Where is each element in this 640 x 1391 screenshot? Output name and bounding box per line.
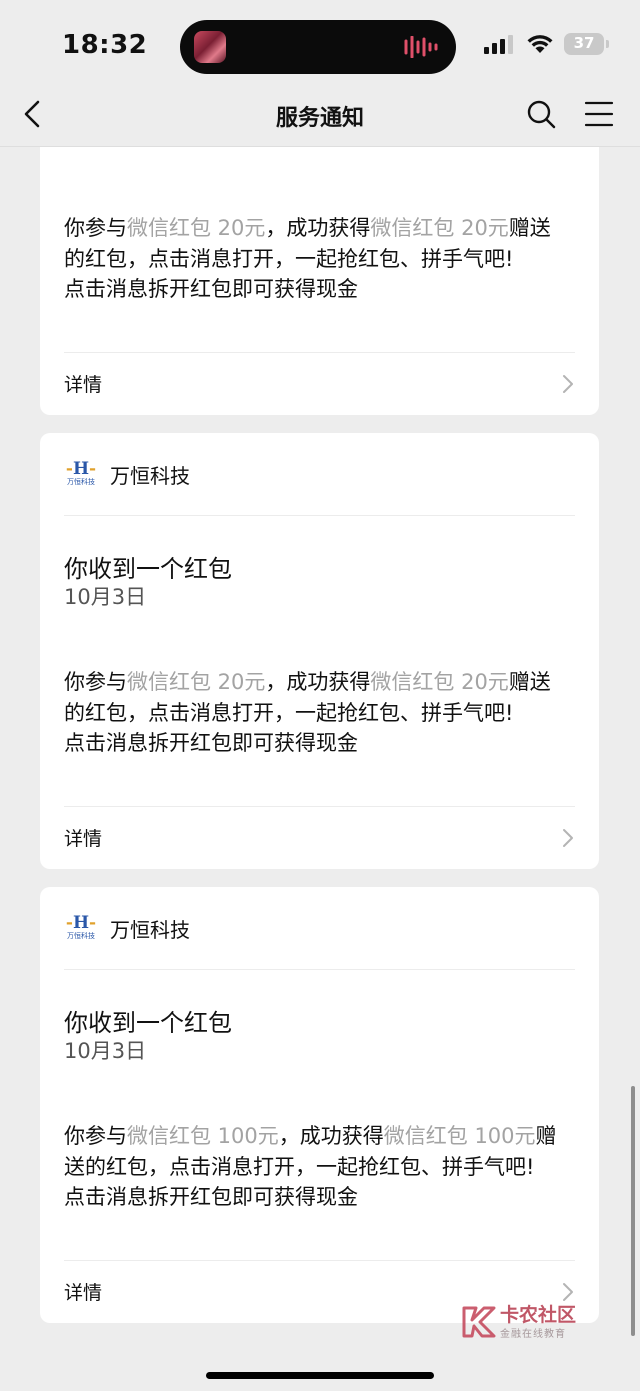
status-indicators: 37 bbox=[484, 32, 609, 56]
body-hint: 点击消息拆开红包即可获得现金 bbox=[64, 1185, 358, 1209]
amount-text: 微信红包 20元 bbox=[370, 216, 509, 240]
scroll-indicator[interactable] bbox=[631, 1086, 635, 1336]
chevron-right-icon bbox=[563, 375, 573, 393]
card-date: 10月3日 bbox=[64, 1039, 147, 1063]
notification-card[interactable]: -H- 万恒科技 万恒科技 你收到一个红包 10月3日 你参与微信红包 100元… bbox=[40, 887, 599, 1323]
detail-label: 详情 bbox=[64, 374, 103, 396]
cellular-signal-icon bbox=[484, 35, 513, 54]
kanong-logo-icon bbox=[462, 1306, 496, 1338]
divider bbox=[64, 969, 575, 970]
detail-label: 详情 bbox=[64, 828, 103, 850]
sender-logo: -H- 万恒科技 bbox=[64, 911, 98, 945]
status-time: 18:32 bbox=[62, 30, 148, 60]
sender-row[interactable]: -H- 万恒科技 万恒科技 bbox=[64, 453, 190, 495]
nav-bar: 服务通知 bbox=[0, 84, 640, 147]
battery-icon: 37 bbox=[564, 33, 609, 55]
card-title: 你收到一个红包 bbox=[64, 1009, 232, 1037]
body-hint: 点击消息拆开红包即可获得现金 bbox=[64, 731, 358, 755]
status-bar: 18:32 37 bbox=[0, 0, 640, 92]
amount-text: 微信红包 100元 bbox=[383, 1124, 536, 1148]
watermark-title: 卡农社区 bbox=[500, 1303, 577, 1326]
sender-name: 万恒科技 bbox=[110, 917, 190, 942]
card-body: 你参与微信红包 100元，成功获得微信红包 100元赠送的红包，点击消息打开，一… bbox=[64, 1124, 557, 1209]
sender-name: 万恒科技 bbox=[110, 463, 190, 488]
sender-row[interactable]: -H- 万恒科技 万恒科技 bbox=[64, 907, 190, 949]
chevron-right-icon bbox=[563, 829, 573, 847]
dynamic-island[interactable] bbox=[180, 20, 456, 74]
card-body: 你参与微信红包 20元，成功获得微信红包 20元赠送的红包，点击消息打开，一起抢… bbox=[64, 216, 551, 301]
amount-text: 微信红包 100元 bbox=[127, 1124, 279, 1148]
divider bbox=[64, 515, 575, 516]
watermark-text: 卡农社区 金融在线教育 bbox=[500, 1305, 576, 1340]
detail-row[interactable]: 详情 bbox=[40, 353, 599, 415]
amount-text: 微信红包 20元 bbox=[127, 216, 266, 240]
body-hint: 点击消息拆开红包即可获得现金 bbox=[64, 277, 358, 301]
card-title: 你收到一个红包 bbox=[64, 555, 232, 583]
amount-text: 微信红包 20元 bbox=[127, 670, 266, 694]
search-icon[interactable] bbox=[526, 99, 556, 129]
watermark-subtitle: 金融在线教育 bbox=[500, 1328, 566, 1340]
card-body: 你参与微信红包 20元，成功获得微信红包 20元赠送的红包，点击消息打开，一起抢… bbox=[64, 670, 551, 755]
card-date: 10月3日 bbox=[64, 585, 147, 609]
sender-logo: -H- 万恒科技 bbox=[64, 457, 98, 491]
now-playing-thumbnail bbox=[194, 31, 226, 63]
notification-card[interactable]: -H- 万恒科技 万恒科技 你收到一个红包 10月3日 你参与微信红包 20元，… bbox=[40, 433, 599, 869]
menu-icon[interactable] bbox=[584, 99, 614, 129]
detail-label: 详情 bbox=[64, 1282, 103, 1304]
watermark: 卡农社区 金融在线教育 bbox=[460, 1302, 576, 1342]
home-indicator[interactable] bbox=[206, 1372, 434, 1379]
audio-waveform-icon bbox=[404, 36, 438, 58]
battery-level: 37 bbox=[573, 34, 595, 52]
wifi-icon bbox=[527, 35, 553, 53]
detail-row[interactable]: 详情 bbox=[40, 807, 599, 869]
amount-text: 微信红包 20元 bbox=[370, 670, 509, 694]
chevron-right-icon bbox=[563, 1283, 573, 1301]
